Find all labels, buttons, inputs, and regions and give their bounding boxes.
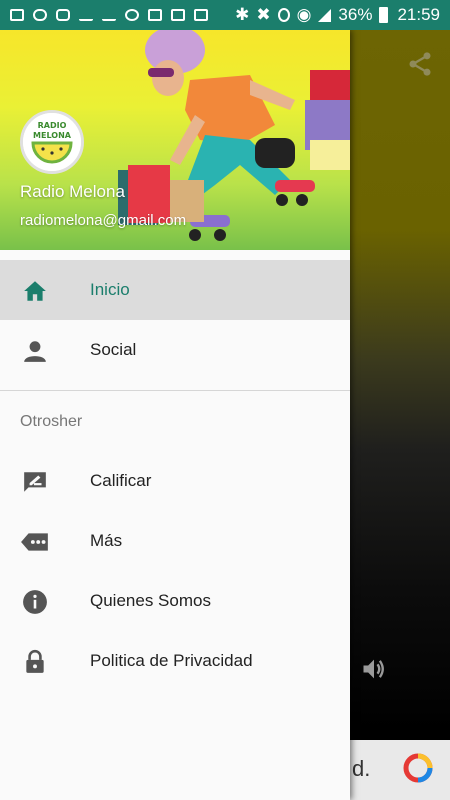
cloud-icon [33, 9, 47, 21]
more-icon [21, 533, 48, 551]
status-bar: ✱ ✖ ◉ 36% 21:59 [0, 0, 450, 30]
volume-icon[interactable] [360, 655, 388, 683]
rate-review-icon [24, 472, 46, 492]
gallery-icon [10, 9, 24, 21]
download-done-icon [79, 9, 93, 21]
gallery-icon-2 [194, 9, 208, 21]
wifi-icon: ◉ [296, 5, 312, 24]
logo-text-line2: MELONA [33, 131, 72, 140]
menu-item-calificar[interactable]: Calificar [0, 451, 350, 511]
menu-item-label: Calificar [90, 471, 152, 490]
menu-item-quienes-somos[interactable]: Quienes Somos [0, 571, 350, 631]
menu-item-politica-privacidad[interactable]: Politica de Privacidad [0, 631, 350, 691]
menu-item-label: Más [90, 531, 123, 550]
menu-item-inicio[interactable]: Inicio [0, 260, 350, 320]
logo-text-line1: RADIO [38, 121, 67, 130]
calendar-icon [148, 9, 162, 21]
ad-text: d. [352, 756, 371, 781]
alarm-icon [277, 8, 290, 22]
notification-icons [0, 9, 208, 21]
battery-icon [379, 7, 389, 23]
section-title: Otrosher [20, 413, 83, 430]
app-background[interactable] [350, 30, 450, 800]
mute-icon: ✖ [256, 5, 271, 24]
youtube-icon [56, 9, 70, 21]
ad-logo-icon[interactable] [402, 752, 434, 784]
app-logo: RADIO MELONA [23, 113, 81, 171]
menu-item-label: Inicio [90, 280, 130, 299]
lock-icon [26, 649, 44, 673]
bluetooth-icon: ✱ [235, 5, 250, 24]
app-name: Radio Melona [20, 182, 125, 201]
account-email: radiomelona@gmail.com [20, 212, 187, 229]
menu-item-label: Quienes Somos [90, 591, 211, 610]
info-icon [23, 590, 47, 614]
battery-percent: 36% [338, 5, 373, 24]
drawer-header: RADIO MELONA Radio Melona radiomelona@gm… [0, 30, 350, 250]
system-icons: ✱ ✖ ◉ 36% 21:59 [235, 0, 440, 30]
menu-item-label: Politica de Privacidad [90, 651, 253, 670]
chrome-icon [125, 9, 139, 21]
clock: 21:59 [397, 5, 440, 24]
navigation-drawer: RADIO MELONA Radio Melona radiomelona@gm… [0, 30, 350, 800]
home-icon [24, 281, 46, 301]
person-icon [24, 341, 46, 362]
share-icon[interactable] [406, 50, 434, 78]
gmail-icon [171, 9, 185, 21]
section-divider [0, 390, 350, 391]
app-logo-avatar[interactable]: RADIO MELONA [20, 110, 84, 174]
menu-item-label: Social [90, 340, 137, 359]
menu-item-social[interactable]: Social [0, 320, 350, 380]
signal-icon [318, 8, 332, 22]
menu-item-mas[interactable]: Más [0, 511, 350, 571]
download-done-icon-2 [102, 9, 116, 21]
